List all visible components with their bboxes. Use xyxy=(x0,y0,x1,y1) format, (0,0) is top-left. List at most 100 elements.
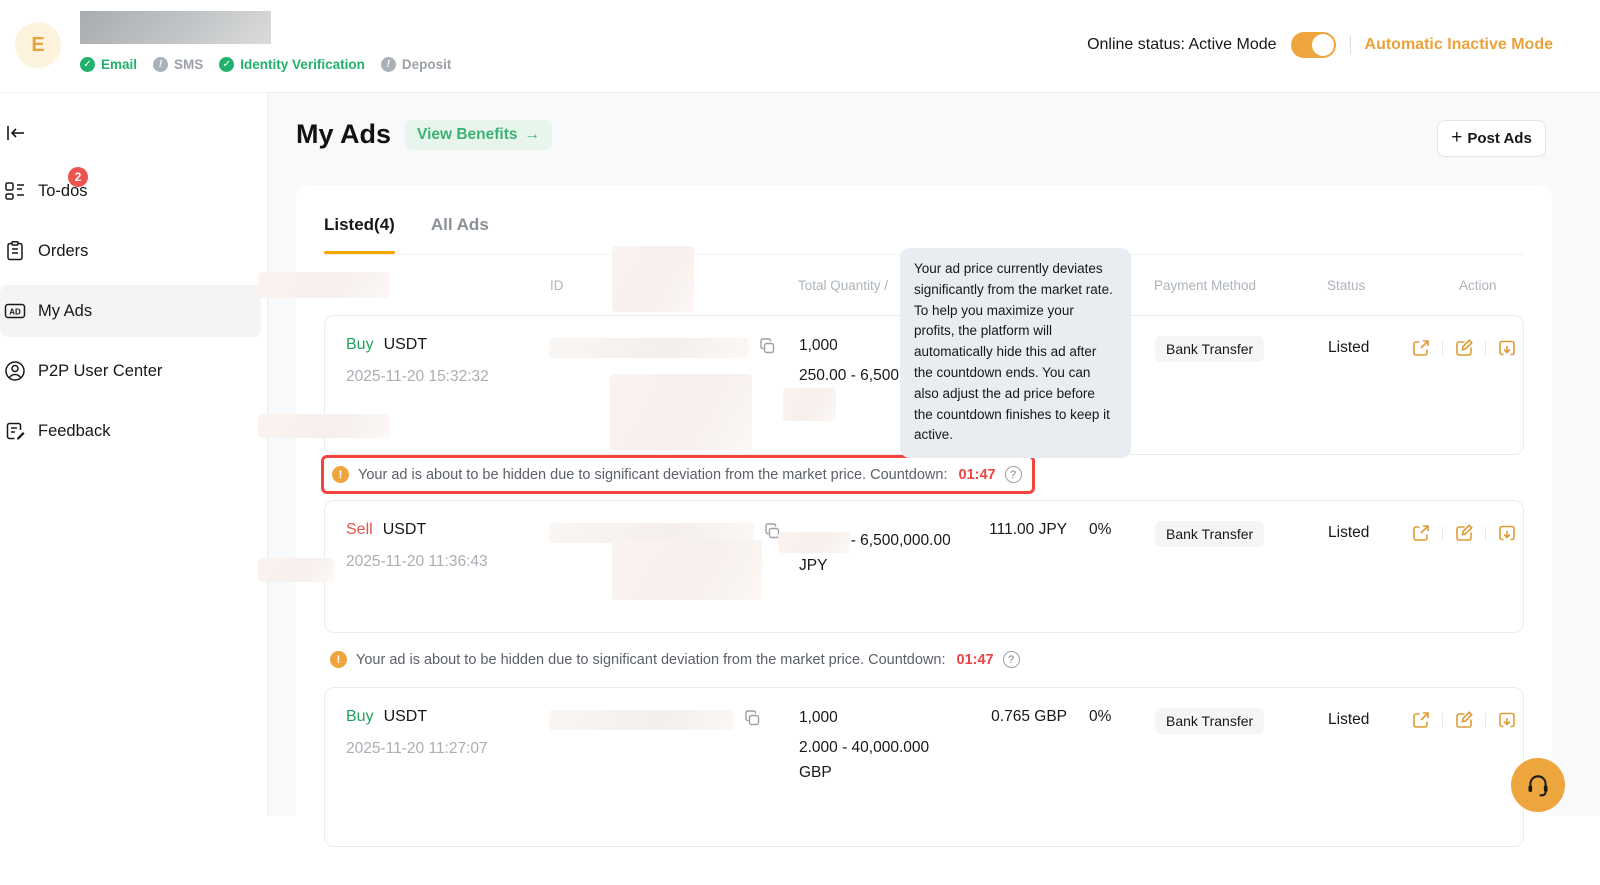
redaction-patch xyxy=(258,414,390,438)
tabs: Listed(4) All Ads xyxy=(324,185,1524,255)
warning-icon: ! xyxy=(332,466,349,483)
ad-row: SellUSDT 2025-11-20 11:36:43 250.00 - 6,… xyxy=(324,500,1524,633)
divider xyxy=(1485,526,1486,541)
ad-deviation: 0% xyxy=(1075,521,1135,632)
my-ads-icon: AD xyxy=(4,300,26,322)
take-offline-button[interactable] xyxy=(1496,709,1518,731)
divider xyxy=(1485,341,1486,356)
view-benefits-label: View Benefits xyxy=(417,126,518,144)
col-header-payment: Payment Method xyxy=(1134,278,1299,293)
plus-icon: + xyxy=(1451,127,1462,149)
help-icon[interactable]: ? xyxy=(1005,466,1022,483)
share-ad-button[interactable] xyxy=(1410,337,1432,359)
verification-label: Deposit xyxy=(402,57,452,72)
todos-icon xyxy=(4,180,26,202)
ad-status: Listed xyxy=(1300,521,1410,632)
warning-icon: ! xyxy=(330,651,347,668)
redaction-patch xyxy=(783,388,836,421)
ad-side: Buy xyxy=(346,708,374,725)
post-ads-button[interactable]: + Post Ads xyxy=(1437,120,1546,157)
payment-method-tag: Bank Transfer xyxy=(1155,708,1264,734)
share-ad-button[interactable] xyxy=(1410,709,1432,731)
redaction-patch xyxy=(258,272,390,298)
countdown-value: 01:47 xyxy=(957,652,994,668)
arrow-right-icon: → xyxy=(525,126,541,144)
tab-all-ads[interactable]: All Ads xyxy=(431,215,489,254)
automatic-inactive-mode-link[interactable]: Automatic Inactive Mode xyxy=(1365,36,1553,54)
ad-id-redacted xyxy=(549,338,749,358)
divider xyxy=(1350,36,1351,54)
user-icon xyxy=(4,360,26,382)
price-deviation-tooltip: Your ad price currently deviates signifi… xyxy=(900,248,1131,458)
ad-quantity: 1,000 xyxy=(799,708,979,728)
username-redacted xyxy=(80,11,271,44)
view-benefits-button[interactable]: View Benefits → xyxy=(405,120,552,150)
payment-method-tag: Bank Transfer xyxy=(1155,521,1264,547)
ad-deviation: 0% xyxy=(1075,708,1135,846)
support-button[interactable] xyxy=(1511,758,1565,812)
orders-icon xyxy=(4,240,26,262)
ad-datetime: 2025-11-20 15:32:32 xyxy=(346,368,549,386)
ad-id-redacted xyxy=(549,710,734,730)
verification-badges: ✓ Email !SMS ✓Identity Verification ! Depo… xyxy=(80,57,451,72)
avatar[interactable]: E xyxy=(15,22,61,68)
ad-limit-currency: GBP xyxy=(799,763,979,783)
ad-asset: USDT xyxy=(384,708,428,725)
online-status-label: Online status: Active Mode xyxy=(1087,36,1276,54)
page-title: My Ads xyxy=(296,119,391,150)
online-status-toggle[interactable] xyxy=(1291,32,1336,58)
verification-label: Email xyxy=(101,57,137,72)
verification-email: ✓ Email xyxy=(80,57,137,72)
verification-identity: ✓Identity Verification xyxy=(219,57,365,72)
col-header-action: Action xyxy=(1409,278,1524,293)
check-icon: ✓ xyxy=(219,57,234,72)
sidebar-item-feedback[interactable]: Feedback xyxy=(0,405,261,457)
sidebar-item-label: Orders xyxy=(38,242,88,261)
verification-sms: !SMS xyxy=(153,57,203,72)
verification-label: SMS xyxy=(174,57,203,72)
verification-deposit: ! Deposit xyxy=(381,57,452,72)
edit-ad-button[interactable] xyxy=(1453,337,1475,359)
edit-ad-button[interactable] xyxy=(1453,709,1475,731)
countdown-value: 01:47 xyxy=(959,467,996,483)
svg-text:AD: AD xyxy=(9,308,21,317)
sidebar-item-todos[interactable]: To-dos 2 xyxy=(0,165,261,217)
ad-side: Sell xyxy=(346,521,373,538)
sidebar-item-p2p-user-center[interactable]: P2P User Center xyxy=(0,345,261,397)
sidebar-item-label: My Ads xyxy=(38,302,92,321)
ad-datetime: 2025-11-20 11:36:43 xyxy=(346,553,549,571)
sidebar-collapse-icon[interactable] xyxy=(4,121,28,145)
take-offline-button[interactable] xyxy=(1496,337,1518,359)
redaction-patch xyxy=(610,374,752,450)
warning-text: Your ad is about to be hidden due to sig… xyxy=(356,652,946,668)
take-offline-button[interactable] xyxy=(1496,522,1518,544)
deviation-warning: ! Your ad is about to be hidden due to s… xyxy=(324,645,1524,674)
copy-icon[interactable] xyxy=(744,710,761,727)
divider xyxy=(1442,713,1443,728)
ad-side: Buy xyxy=(346,336,374,353)
deviation-warning: ! Your ad is about to be hidden due to s… xyxy=(326,460,1026,489)
redaction-patch xyxy=(612,246,694,312)
todos-count-badge: 2 xyxy=(68,167,88,187)
edit-ad-button[interactable] xyxy=(1453,522,1475,544)
sidebar-item-orders[interactable]: Orders xyxy=(0,225,261,277)
help-icon[interactable]: ? xyxy=(1003,651,1020,668)
divider xyxy=(1485,713,1486,728)
payment-method-tag: Bank Transfer xyxy=(1155,336,1264,362)
active-tab-underline xyxy=(324,251,395,254)
ad-limit: 2.000 - 40,000.000 xyxy=(799,738,979,758)
ad-status: Listed xyxy=(1300,336,1410,454)
exclamation-icon: ! xyxy=(381,57,396,72)
feedback-icon xyxy=(4,420,26,442)
ad-row: BuyUSDT 2025-11-20 11:27:07 1,000 2.000 … xyxy=(324,687,1524,847)
share-ad-button[interactable] xyxy=(1410,522,1432,544)
check-icon: ✓ xyxy=(80,57,95,72)
tab-listed[interactable]: Listed(4) xyxy=(324,215,395,254)
copy-icon[interactable] xyxy=(759,338,776,355)
sidebar-item-my-ads[interactable]: AD My Ads xyxy=(0,285,261,337)
ad-limit-currency: JPY xyxy=(799,556,979,576)
headset-icon xyxy=(1525,772,1551,798)
redaction-patch xyxy=(778,532,850,553)
sidebar-item-label: Feedback xyxy=(38,422,110,441)
ad-price: 0.765 GBP xyxy=(979,708,1075,846)
